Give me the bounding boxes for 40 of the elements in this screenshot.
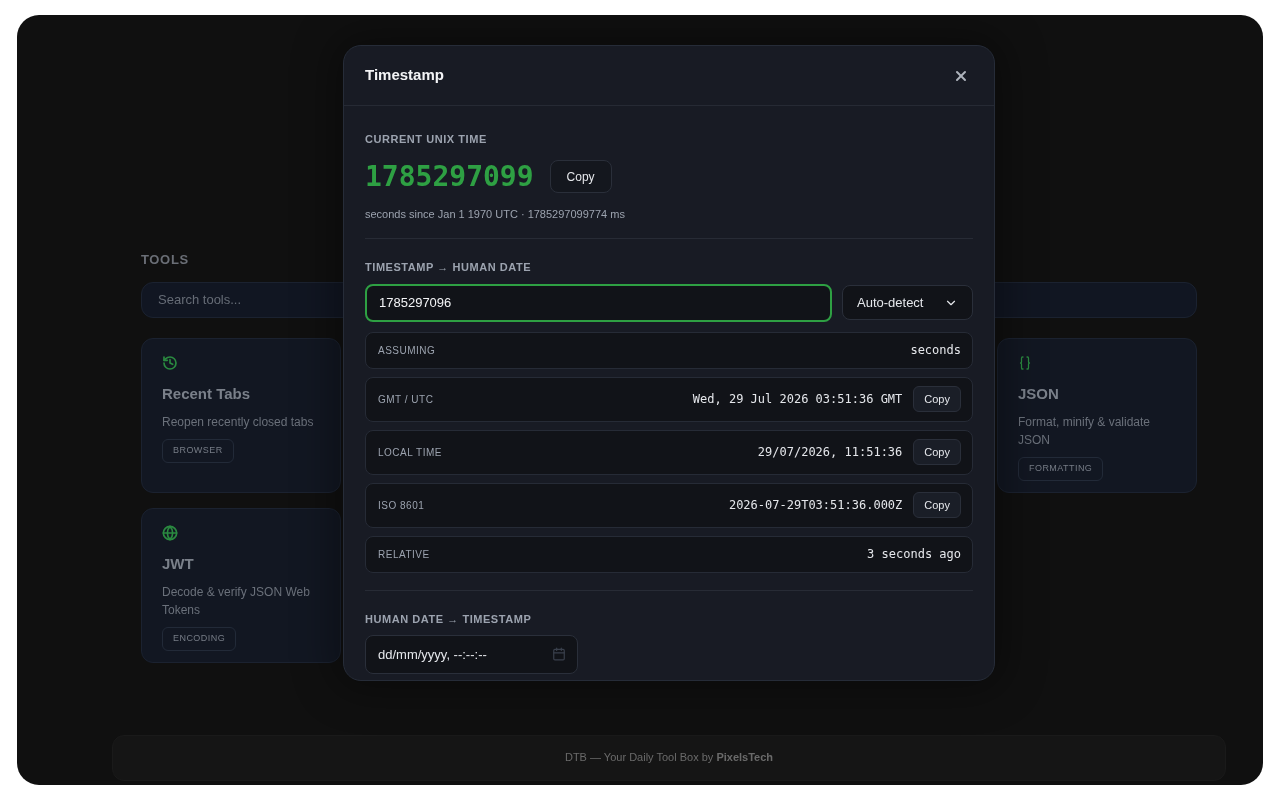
tool-card[interactable]: Recent Tabs Reopen recently closed tabs BROWSER: [141, 337, 341, 493]
tool-title: JSON: [1018, 383, 1060, 404]
tool-icon: [1019, 354, 1031, 371]
result-label: ASSUMING: [378, 343, 436, 358]
section-label: CURRENT UNIX TIME: [365, 132, 488, 147]
tool-icon: [162, 524, 178, 541]
unix-time-note: seconds since Jan 1 1970 UTC · 1785297099774 ms: [365, 206, 626, 222]
result-value: 3 seconds ago: [867, 546, 961, 563]
result-value: 2026-07-29T03:51:36.000Z: [728, 497, 903, 514]
copy-button[interactable]: Copy: [913, 386, 961, 412]
tool-description: Reopen recently closed tabs: [162, 414, 315, 431]
unit-select[interactable]: Auto-detect: [842, 285, 973, 320]
copy-button[interactable]: Copy: [913, 492, 961, 518]
result-label: ISO 8601: [378, 498, 425, 513]
copy-button[interactable]: Copy: [913, 439, 961, 465]
tools-heading: TOOLS: [141, 251, 189, 269]
tool-card[interactable]: JSON Format, minify & validate JSON FORMATTING: [997, 337, 1197, 493]
result-value: Wed, 29 Jul 2026 03:51:36 GMT: [692, 391, 903, 408]
tool-description: Decode & verify JSON Web Tokens: [162, 584, 311, 619]
result-value: 29/07/2026, 11:51:36: [757, 444, 903, 461]
timestamp-input[interactable]: 1785297096: [365, 283, 832, 322]
section-label: TIMESTAMP → HUMAN DATE: [365, 260, 533, 275]
tool-title: Recent Tabs: [162, 383, 252, 404]
date-field[interactable]: dd/mm/yyyy, --:--:--: [365, 635, 578, 674]
unix-time: 1785297099: [365, 158, 534, 195]
tool-card[interactable]: JWT Decode & verify JSON Web Tokens ENCODING: [141, 507, 341, 663]
result-label: RELATIVE: [378, 547, 430, 562]
tool-tag: ENCODING: [162, 627, 237, 651]
dialog-title: Timestamp: [365, 65, 444, 86]
copy-button[interactable]: Copy: [549, 160, 612, 193]
tool-title: JWT: [162, 553, 195, 574]
result-label: LOCAL TIME: [378, 445, 442, 460]
tool-tag: BROWSER: [162, 439, 234, 463]
footer-text: DTB — Your Daily Tool Box by PixelsTech: [564, 750, 774, 766]
section-label: HUMAN DATE → TIMESTAMP: [365, 611, 533, 627]
result-value: seconds: [910, 342, 961, 359]
tool-icon: [162, 354, 178, 371]
result-label: GMT / UTC: [378, 392, 434, 407]
tool-description: Format, minify & validate JSON: [1018, 414, 1152, 449]
tool-tag: FORMATTING: [1018, 457, 1104, 481]
